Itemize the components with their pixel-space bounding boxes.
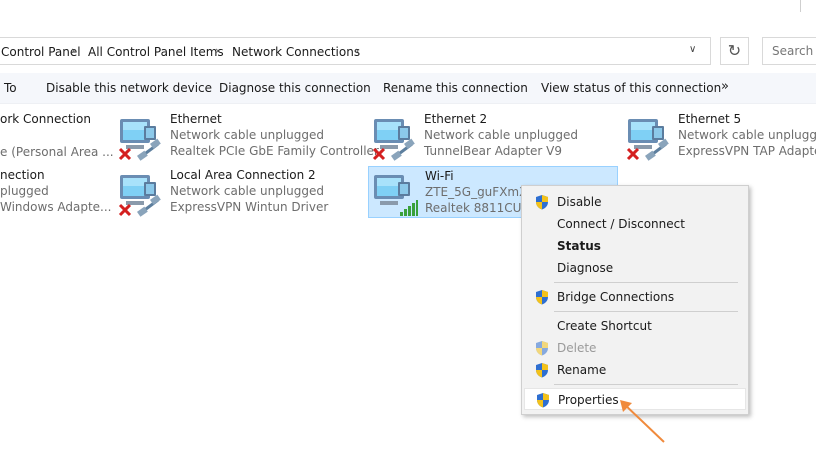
more-commands-icon[interactable]: » (721, 79, 729, 94)
menu-item-rename[interactable]: Rename (524, 359, 746, 381)
menu-item-bridge-connections[interactable]: Bridge Connections (524, 286, 746, 308)
chevron-right-icon[interactable]: › (355, 44, 359, 57)
cmd-diagnose[interactable]: Diagnose this connection (219, 81, 371, 95)
menu-separator (554, 384, 738, 385)
list-item[interactable]: nection (0, 168, 45, 182)
list-item[interactable]: ork Connection (0, 112, 91, 126)
uac-shield-icon (536, 290, 548, 305)
connection-name: Ethernet (170, 112, 222, 126)
connection-status: Network cable unplugged (678, 128, 816, 142)
connection-status: plugged (0, 184, 49, 198)
list-item-ethernet-2[interactable]: Ethernet 2 Network cable unplugged Tunne… (372, 112, 602, 164)
menu-item-label: Bridge Connections (557, 290, 675, 304)
uac-shield-icon (536, 341, 548, 356)
connection-device: Windows Adapte... (0, 200, 112, 214)
cmd-organize[interactable]: To (4, 81, 17, 95)
chevron-right-icon[interactable]: › (71, 44, 75, 57)
menu-item-create-shortcut[interactable]: Create Shortcut (524, 315, 746, 337)
menu-item-label: Diagnose (557, 261, 614, 275)
breadcrumb-all-items[interactable]: All Control Panel Items (88, 45, 224, 59)
connection-device: TunnelBear Adapter V9 (424, 144, 563, 158)
menu-item-label: Connect / Disconnect (557, 217, 685, 231)
menu-separator (554, 282, 738, 283)
connection-status: Network cable unplugged (424, 128, 579, 142)
cmd-rename[interactable]: Rename this connection (383, 81, 528, 95)
network-adapter-icon (118, 119, 163, 162)
connection-device: e (Personal Area ... (0, 145, 114, 159)
context-menu: Disable Connect / Disconnect Status Diag… (521, 185, 749, 415)
connection-name: Local Area Connection 2 (170, 168, 316, 182)
command-bar: To Disable this network device Diagnose … (0, 73, 816, 104)
uac-shield-icon (536, 195, 548, 210)
menu-item-status[interactable]: Status (524, 235, 746, 257)
chevron-down-icon[interactable]: ∨ (689, 44, 696, 55)
menu-item-label: Properties (558, 393, 619, 407)
search-input[interactable]: Search N (762, 37, 816, 65)
list-item-ethernet-5[interactable]: Ethernet 5 Network cable unplugged Expre… (626, 112, 816, 164)
connection-name: Ethernet 5 (678, 112, 742, 126)
title-strip (0, 0, 816, 32)
connection-device: ExpressVPN Wintun Driver (170, 200, 329, 214)
menu-item-diagnose[interactable]: Diagnose (524, 257, 746, 279)
connection-device: ExpressVPN TAP Adapter (678, 144, 816, 158)
menu-item-disable[interactable]: Disable (524, 191, 746, 213)
connection-name: ork Connection (0, 112, 91, 126)
breadcrumb-control-panel[interactable]: Control Panel (1, 45, 81, 59)
wifi-adapter-icon (374, 175, 418, 216)
menu-item-label: Rename (557, 363, 607, 377)
refresh-icon: ↻ (727, 41, 742, 60)
network-adapter-icon (118, 175, 163, 218)
uac-shield-icon (537, 393, 549, 408)
menu-item-connect-disconnect[interactable]: Connect / Disconnect (524, 213, 746, 235)
connection-device: Realtek PCIe GbE Family Controller (170, 144, 379, 158)
address-bar[interactable]: Control Panel › All Control Panel Items … (0, 37, 711, 65)
list-item-ethernet[interactable]: Ethernet Network cable unplugged Realtek… (118, 112, 379, 164)
connection-name: Wi-Fi (425, 169, 454, 183)
menu-item-delete: Delete (524, 337, 746, 359)
menu-item-label: Delete (557, 341, 597, 355)
cmd-view-status[interactable]: View status of this connection (541, 81, 721, 95)
menu-item-label: Status (557, 239, 601, 253)
chevron-right-icon[interactable]: › (215, 44, 219, 57)
connection-status: ZTE_5G_guFXmX (425, 185, 528, 199)
list-item-local-area-connection-2[interactable]: Local Area Connection 2 Network cable un… (118, 168, 368, 220)
menu-item-label: Create Shortcut (557, 319, 652, 333)
cmd-disable-device[interactable]: Disable this network device (46, 81, 212, 95)
connection-name: Ethernet 2 (424, 112, 488, 126)
annotation-arrow-icon (620, 400, 665, 443)
breadcrumb-network-connections[interactable]: Network Connections (232, 45, 360, 59)
connection-name: nection (0, 168, 45, 182)
menu-item-label: Disable (557, 195, 602, 209)
menu-separator (554, 311, 738, 312)
connection-status: Network cable unplugged (170, 184, 325, 198)
network-adapter-icon (372, 119, 417, 162)
refresh-button[interactable]: ↻ (720, 37, 749, 65)
network-adapter-icon (626, 119, 671, 162)
connection-status: Network cable unplugged (170, 128, 325, 142)
uac-shield-icon (536, 363, 548, 378)
